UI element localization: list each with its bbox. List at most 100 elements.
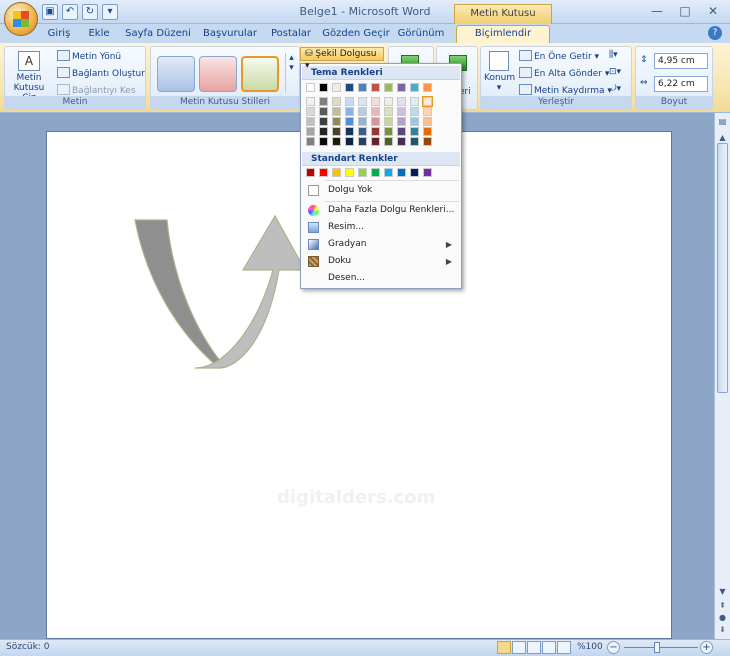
text-wrap-button[interactable]: Metin Kaydırma ▾: [519, 84, 612, 96]
theme-color-swatch[interactable]: [319, 107, 328, 116]
zoom-in-icon[interactable]: +: [700, 641, 713, 654]
theme-color-swatch[interactable]: [371, 107, 380, 116]
theme-color-swatch[interactable]: [410, 107, 419, 116]
theme-color-swatch[interactable]: [423, 127, 432, 136]
theme-color-swatch[interactable]: [319, 97, 328, 106]
theme-color-swatch[interactable]: [306, 127, 315, 136]
theme-color-swatch[interactable]: [358, 83, 367, 92]
theme-color-swatch[interactable]: [397, 83, 406, 92]
theme-color-swatch[interactable]: [306, 117, 315, 126]
theme-color-swatch[interactable]: [306, 97, 315, 106]
standard-color-swatch[interactable]: [371, 168, 380, 177]
standard-color-swatch[interactable]: [332, 168, 341, 177]
theme-color-swatch[interactable]: [384, 107, 393, 116]
draft-icon[interactable]: [557, 641, 571, 654]
tab-giris[interactable]: Giriş: [42, 27, 76, 43]
theme-color-swatch[interactable]: [410, 83, 419, 92]
theme-color-swatch[interactable]: [358, 137, 367, 146]
pattern-item[interactable]: Desen...: [302, 270, 460, 287]
theme-color-swatch[interactable]: [384, 127, 393, 136]
full-screen-reading-icon[interactable]: [512, 641, 526, 654]
theme-color-swatch[interactable]: [319, 137, 328, 146]
tab-sayfa-duzeni[interactable]: Sayfa Düzeni: [124, 27, 192, 43]
align-button[interactable]: ⫼▾: [609, 50, 618, 60]
more-colors-item[interactable]: Daha Fazla Dolgu Renkleri...: [302, 202, 460, 219]
theme-color-swatch[interactable]: [332, 97, 341, 106]
tab-postalar[interactable]: Postalar: [266, 27, 316, 43]
theme-color-swatch[interactable]: [397, 117, 406, 126]
theme-color-swatch[interactable]: [410, 97, 419, 106]
style-swatch-green-selected[interactable]: [241, 56, 279, 92]
browse-object-icon[interactable]: ●: [717, 613, 728, 624]
theme-color-swatch[interactable]: [358, 117, 367, 126]
close-icon[interactable]: ✕: [700, 3, 726, 20]
theme-color-swatch[interactable]: [384, 97, 393, 106]
theme-color-swatch[interactable]: [345, 107, 354, 116]
tab-gorunum[interactable]: Görünüm: [396, 27, 446, 43]
texture-item[interactable]: Doku ▶: [302, 253, 460, 270]
zoom-slider-track[interactable]: [624, 647, 698, 648]
zoom-level[interactable]: %100: [577, 642, 603, 652]
theme-color-swatch[interactable]: [397, 127, 406, 136]
standard-color-swatch[interactable]: [319, 168, 328, 177]
position-button[interactable]: Konum ▾: [484, 51, 515, 93]
scroll-down-icon[interactable]: ▼: [717, 587, 728, 598]
help-icon[interactable]: ?: [708, 26, 722, 40]
style-swatch-red[interactable]: [199, 56, 237, 92]
standard-color-swatch[interactable]: [410, 168, 419, 177]
standard-color-swatch[interactable]: [423, 168, 432, 177]
standard-color-swatch[interactable]: [345, 168, 354, 177]
minimize-icon[interactable]: —: [644, 3, 670, 20]
scroll-thumb[interactable]: [717, 143, 728, 393]
theme-color-swatch[interactable]: [358, 127, 367, 136]
style-swatch-blue[interactable]: [157, 56, 195, 92]
tab-basvurular[interactable]: Başvurular: [200, 27, 260, 43]
theme-color-swatch[interactable]: [384, 137, 393, 146]
width-input[interactable]: 6,22 cm: [654, 76, 708, 92]
theme-color-swatch[interactable]: [306, 107, 315, 116]
picture-item[interactable]: Resim...: [302, 219, 460, 236]
theme-color-swatch[interactable]: [397, 97, 406, 106]
no-fill-item[interactable]: Dolgu Yok: [302, 182, 460, 199]
rotate-button[interactable]: ⤾▾: [609, 84, 621, 94]
zoom-out-icon[interactable]: −: [607, 641, 620, 654]
height-input[interactable]: 4,95 cm: [654, 53, 708, 69]
theme-color-swatch[interactable]: [423, 83, 432, 92]
theme-color-swatch[interactable]: [332, 107, 341, 116]
create-link-button[interactable]: Bağlantı Oluştur: [57, 67, 145, 79]
theme-color-swatch[interactable]: [410, 127, 419, 136]
ruler-toggle-icon[interactable]: ▤: [717, 117, 728, 128]
outline-icon[interactable]: [542, 641, 556, 654]
maximize-icon[interactable]: □: [672, 3, 698, 20]
theme-color-swatch[interactable]: [358, 107, 367, 116]
print-layout-icon[interactable]: [497, 641, 511, 654]
text-direction-button[interactable]: Metin Yönü: [57, 50, 121, 62]
web-layout-icon[interactable]: [527, 641, 541, 654]
tab-ekle[interactable]: Ekle: [84, 27, 114, 43]
theme-color-swatch[interactable]: [423, 117, 432, 126]
tab-bicimlendir[interactable]: Biçimlendir: [456, 25, 550, 43]
theme-color-swatch[interactable]: [332, 117, 341, 126]
theme-color-swatch[interactable]: [423, 107, 432, 116]
theme-color-swatch[interactable]: [306, 137, 315, 146]
word-count[interactable]: Sözcük: 0: [6, 642, 49, 652]
theme-color-swatch[interactable]: [371, 97, 380, 106]
theme-color-swatch[interactable]: [332, 137, 341, 146]
office-button[interactable]: [4, 2, 38, 36]
theme-color-swatch[interactable]: [306, 83, 315, 92]
theme-color-swatch[interactable]: [410, 137, 419, 146]
break-link-button[interactable]: Bağlantıyı Kes: [57, 84, 136, 96]
standard-color-swatch[interactable]: [384, 168, 393, 177]
curved-arrow-back[interactable]: [134, 219, 222, 370]
theme-color-swatch[interactable]: [358, 97, 367, 106]
theme-color-swatch[interactable]: [319, 127, 328, 136]
theme-color-swatch[interactable]: [384, 83, 393, 92]
standard-color-swatch[interactable]: [358, 168, 367, 177]
shape-fill-button[interactable]: ⛁ Şekil Dolgusu ▾: [300, 47, 384, 71]
styles-scroll[interactable]: ▴ ▾: [285, 53, 297, 93]
theme-color-swatch[interactable]: [397, 137, 406, 146]
theme-color-swatch[interactable]: [345, 83, 354, 92]
theme-color-swatch[interactable]: [423, 137, 432, 146]
theme-color-swatch[interactable]: [332, 83, 341, 92]
theme-color-swatch[interactable]: [345, 117, 354, 126]
